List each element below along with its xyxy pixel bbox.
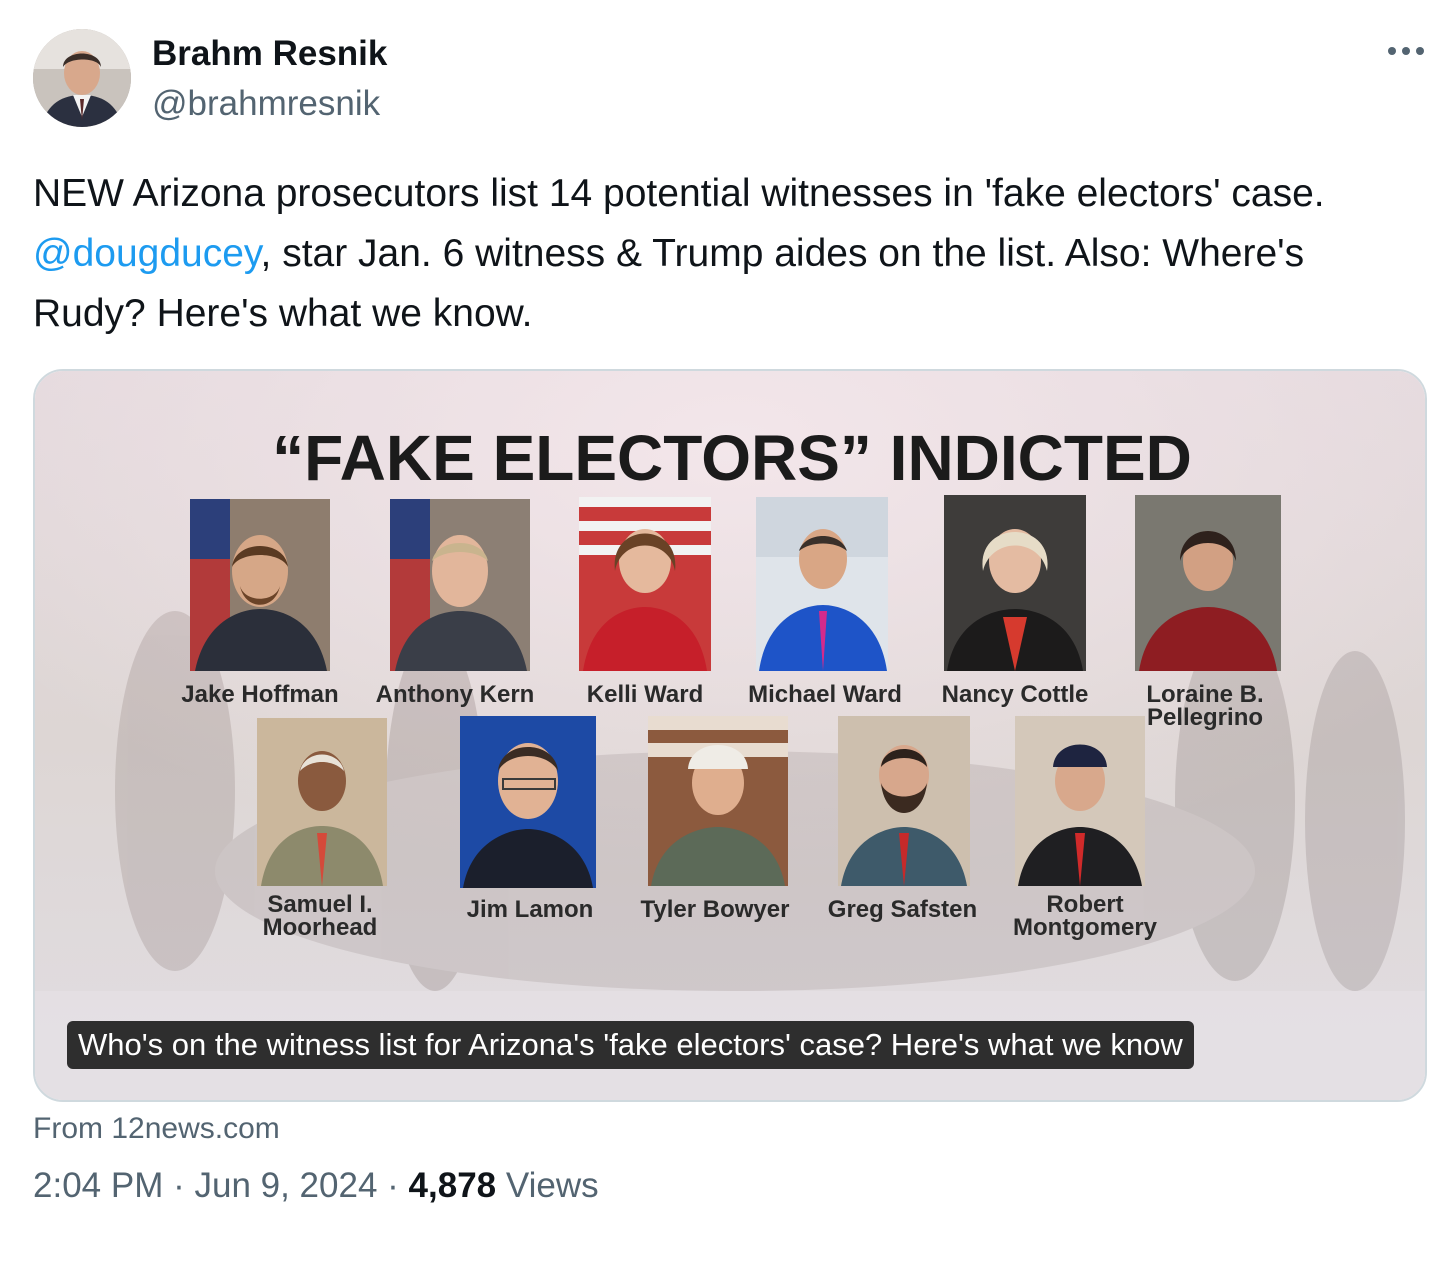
views-count: 4,878 <box>408 1166 497 1205</box>
tweet-text-part1: NEW Arizona prosecutors list 14 potentia… <box>33 172 1325 215</box>
link-card[interactable]: “FAKE ELECTORS” INDICTED Jake Hoffman An… <box>33 369 1427 1102</box>
name-label: Tyler Bowyer <box>640 896 790 923</box>
name-label: Loraine B. Pellegrino <box>1146 681 1264 731</box>
avatar-portrait <box>33 29 131 127</box>
name-label: Jake Hoffman <box>181 681 339 708</box>
more-options-button[interactable] <box>1384 36 1428 66</box>
tweet-time[interactable]: 2:04 PM <box>33 1166 163 1205</box>
tweet-date[interactable]: Jun 9, 2024 <box>194 1166 377 1205</box>
name-label: Jim Lamon <box>466 896 594 923</box>
tweet: Brahm Resnik @brahmresnik NEW Arizona pr… <box>0 0 1456 1267</box>
meta-separator: · <box>387 1166 399 1205</box>
name-label: Samuel I. Moorhead <box>262 891 378 941</box>
more-horizontal-icon <box>1388 47 1424 55</box>
author-avatar[interactable] <box>33 29 131 127</box>
name-label: Kelli Ward <box>586 681 704 708</box>
card-caption: Who's on the witness list for Arizona's … <box>67 1021 1194 1069</box>
author-handle[interactable]: @brahmresnik <box>152 84 380 124</box>
author-name[interactable]: Brahm Resnik <box>152 34 387 74</box>
name-label: Michael Ward <box>748 681 902 708</box>
views-label: Views <box>505 1166 599 1205</box>
card-headline: “FAKE ELECTORS” INDICTED <box>272 422 1192 494</box>
name-label: Nancy Cottle <box>941 681 1089 708</box>
meta-separator: · <box>173 1166 185 1205</box>
name-label: Robert Montgomery <box>1013 891 1157 941</box>
card-source-link[interactable]: From 12news.com <box>33 1112 280 1146</box>
mention-link[interactable]: @dougducey <box>33 232 261 275</box>
tweet-meta: 2:04 PM · Jun 9, 2024 · 4,878 Views <box>33 1166 599 1206</box>
name-label: Anthony Kern <box>375 681 535 708</box>
tweet-text: NEW Arizona prosecutors list 14 potentia… <box>33 164 1423 344</box>
name-label: Greg Safsten <box>827 896 978 923</box>
